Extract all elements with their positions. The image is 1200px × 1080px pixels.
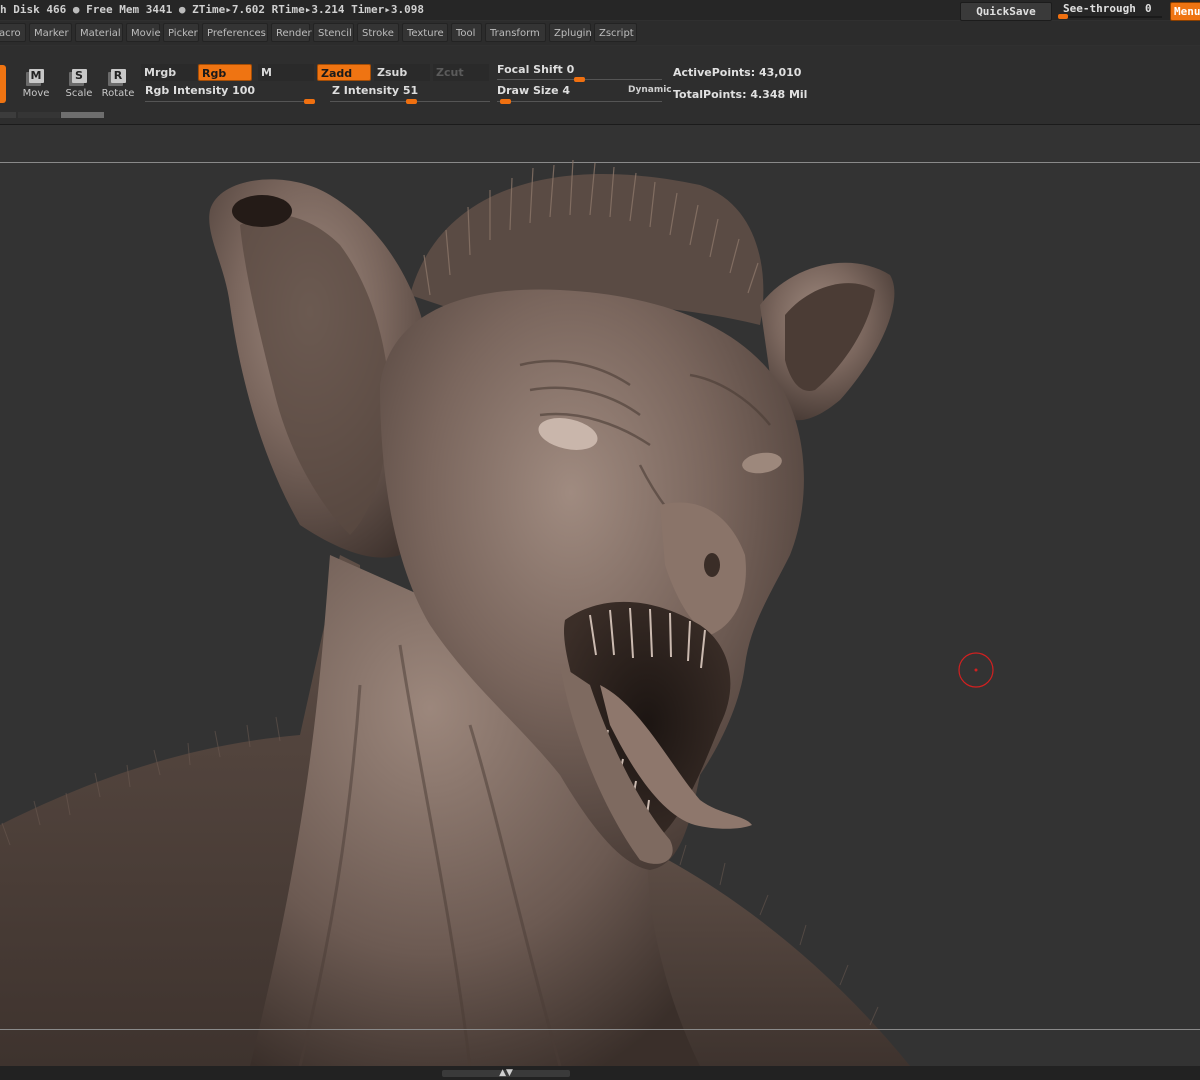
menu-item-zplugin[interactable]: Zplugin xyxy=(549,23,592,42)
menu-item-transform[interactable]: Transform xyxy=(485,23,546,42)
zadd-button[interactable]: Zadd xyxy=(317,64,371,81)
rotate-icon: R xyxy=(110,69,126,83)
draw-size-value: 4 xyxy=(562,84,571,97)
document-canvas[interactable] xyxy=(0,125,1200,1066)
menu-item-movie[interactable]: Movie xyxy=(126,23,161,42)
tray-tab[interactable] xyxy=(18,112,60,118)
focal-shift-slider[interactable]: Focal Shift 0 xyxy=(497,63,574,76)
rgb-intensity-slider[interactable]: Rgb Intensity 100 xyxy=(145,84,255,97)
rgb-intensity-label: Rgb Intensity xyxy=(145,84,229,97)
rtime-value: 3.214 xyxy=(311,3,345,16)
focal-shift-label: Focal Shift xyxy=(497,63,563,76)
zcut-button[interactable]: Zcut xyxy=(433,64,489,81)
menus-toggle-button[interactable]: Menus xyxy=(1170,2,1200,21)
menu-item-stroke[interactable]: Stroke xyxy=(357,23,399,42)
rotate-tool-button[interactable]: R Rotate xyxy=(98,69,138,103)
move-label: Move xyxy=(22,88,50,99)
timer-value: 3.098 xyxy=(390,3,424,16)
see-through-knob[interactable] xyxy=(1058,14,1068,19)
scale-label: Scale xyxy=(65,88,93,99)
menu-item-picker[interactable]: Picker xyxy=(163,23,199,42)
z-intensity-knob[interactable] xyxy=(406,99,417,104)
tray-toggle-arrows-icon[interactable]: ▲▼ xyxy=(494,1067,518,1079)
draw-size-track xyxy=(497,101,662,102)
rgb-button[interactable]: Rgb xyxy=(198,64,252,81)
status-readout: h Disk 466 ● Free Mem 3441 ● ZTime▸7.602… xyxy=(0,3,424,16)
see-through-slider[interactable]: See-through 0 xyxy=(1056,1,1164,20)
focal-shift-knob[interactable] xyxy=(574,77,585,82)
canvas-border-bottom xyxy=(0,1029,1200,1030)
scale-icon: S xyxy=(71,69,87,83)
menu-item-marker[interactable]: Marker xyxy=(29,23,72,42)
status-bar: h Disk 466 ● Free Mem 3441 ● ZTime▸7.602… xyxy=(0,0,1200,21)
creature-bust-sculpt[interactable] xyxy=(0,125,1200,1066)
see-through-label: See-through xyxy=(1063,2,1136,15)
disk-label: h Disk xyxy=(0,3,40,16)
tray-tab[interactable] xyxy=(0,112,16,118)
tray-tab-active[interactable] xyxy=(61,112,104,118)
rotate-label: Rotate xyxy=(101,88,135,99)
total-points-value: 4.348 Mil xyxy=(750,88,808,101)
draw-mode-button[interactable] xyxy=(0,65,6,103)
see-through-value: 0 xyxy=(1145,2,1152,15)
timer-label: Timer xyxy=(351,3,385,16)
scale-tool-button[interactable]: S Scale xyxy=(59,69,99,103)
bottom-tray: ▲▼ xyxy=(0,1066,1200,1080)
dynamic-toggle[interactable]: Dynamic xyxy=(628,85,672,95)
menu-item-stencil[interactable]: Stencil xyxy=(313,23,354,42)
menu-item-render[interactable]: Render xyxy=(271,23,312,42)
menu-item-texture[interactable]: Texture xyxy=(402,23,448,42)
ztime-label: ZTime xyxy=(192,3,226,16)
active-points-value: 43,010 xyxy=(758,66,802,79)
z-intensity-slider[interactable]: Z Intensity 51 xyxy=(332,84,418,97)
z-intensity-value: 51 xyxy=(402,84,419,97)
draw-size-label: Draw Size xyxy=(497,84,559,97)
rgb-intensity-value: 100 xyxy=(232,84,256,97)
rgb-intensity-track xyxy=(145,101,315,102)
rtime-label: RTime xyxy=(271,3,305,16)
total-points-label: TotalPoints: xyxy=(673,88,747,101)
zsub-button[interactable]: Zsub xyxy=(374,64,430,81)
separator-dot: ● xyxy=(178,3,186,16)
mrgb-button[interactable]: Mrgb xyxy=(141,64,197,81)
arrow-icon: ▸ xyxy=(225,3,232,16)
free-mem-value: 3441 xyxy=(145,3,173,16)
brush-cursor xyxy=(958,652,994,688)
free-mem-label: Free Mem xyxy=(86,3,140,16)
active-points-label: ActivePoints: xyxy=(673,66,756,79)
rgb-intensity-knob[interactable] xyxy=(304,99,315,104)
menu-item-acro[interactable]: acro xyxy=(0,23,26,42)
shelf-toolbar: M Move S Scale R Rotate Mrgb Rgb M Zadd … xyxy=(0,46,1200,125)
menu-item-tool[interactable]: Tool xyxy=(451,23,482,42)
move-tool-button[interactable]: M Move xyxy=(16,69,56,103)
disk-value: 466 xyxy=(46,3,67,16)
draw-size-slider[interactable]: Draw Size 4 xyxy=(497,84,570,97)
m-button[interactable]: M xyxy=(258,64,314,81)
menu-item-zscript[interactable]: Zscript xyxy=(594,23,637,42)
see-through-track xyxy=(1058,16,1162,18)
quicksave-button[interactable]: QuickSave xyxy=(960,2,1052,21)
ztime-value: 7.602 xyxy=(231,3,265,16)
draw-size-knob[interactable] xyxy=(500,99,511,104)
z-intensity-label: Z Intensity xyxy=(332,84,400,97)
arrow-icon: ▸ xyxy=(384,3,391,16)
menu-item-material[interactable]: Material xyxy=(75,23,123,42)
nostril-icon xyxy=(704,553,720,577)
menu-item-preferences[interactable]: Preferences xyxy=(202,23,268,42)
separator-dot: ● xyxy=(72,3,80,16)
focal-shift-value: 0 xyxy=(566,63,575,76)
menu-bar: acro Marker Material Movie Picker Preferences… xyxy=(0,21,1200,45)
total-points-readout: TotalPoints: 4.348 Mil xyxy=(673,88,807,101)
active-points-readout: ActivePoints: 43,010 xyxy=(673,66,801,79)
move-icon: M xyxy=(28,69,44,83)
